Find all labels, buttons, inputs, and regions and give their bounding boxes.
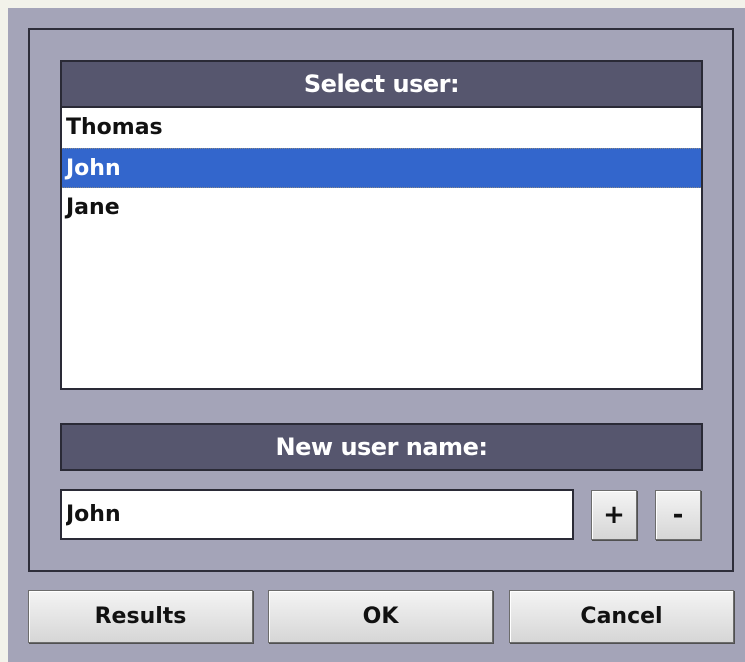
- add-user-button[interactable]: +: [591, 490, 637, 540]
- user-listbox[interactable]: Thomas John Jane: [60, 108, 703, 390]
- cancel-button[interactable]: Cancel: [509, 590, 734, 643]
- ok-button[interactable]: OK: [268, 590, 493, 643]
- results-button[interactable]: Results: [28, 590, 253, 643]
- list-item-thomas[interactable]: Thomas: [62, 108, 701, 148]
- new-user-name-input[interactable]: [60, 489, 574, 540]
- list-item-john[interactable]: John: [62, 148, 701, 188]
- new-user-name-header: New user name:: [60, 423, 703, 471]
- select-user-header: Select user:: [60, 60, 703, 108]
- list-item-jane[interactable]: Jane: [62, 188, 701, 228]
- new-user-name-header-label: New user name:: [275, 433, 488, 461]
- select-user-header-label: Select user:: [303, 70, 460, 98]
- remove-user-button[interactable]: -: [655, 490, 701, 540]
